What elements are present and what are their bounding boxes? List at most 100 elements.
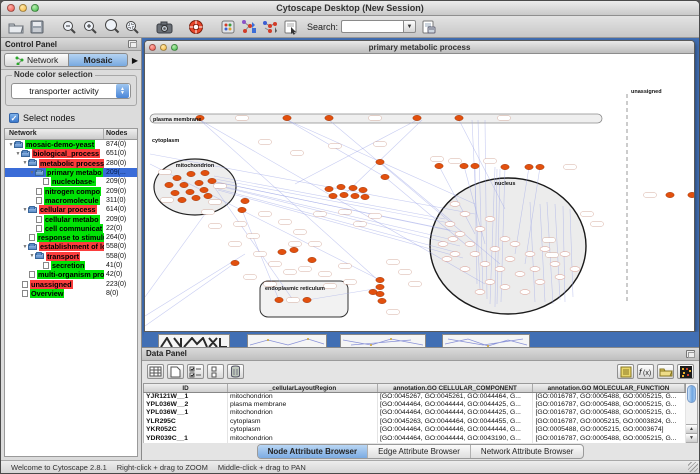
tree-row[interactable]: ▼cellular process614(0)	[5, 205, 137, 214]
attribute-table-button[interactable]	[147, 364, 164, 379]
table-row[interactable]: YKR052Ccytoplasm[GO:0044464, GO:0044446,…	[143, 426, 686, 434]
network-window-titlebar[interactable]: primary metabolic process	[145, 41, 694, 54]
cell-id[interactable]: YPL036W__1	[144, 409, 228, 417]
tree-row[interactable]: multi-organism pro42(0)	[5, 270, 137, 279]
cell-component[interactable]: [GO:0044464, GO:0044444, GO:0043190, G..…	[378, 435, 533, 443]
tab-node-attribute-browser[interactable]: Node Attribute Browser	[258, 445, 369, 458]
column-header-id[interactable]: ID	[144, 384, 228, 392]
matrix-button[interactable]	[677, 364, 694, 379]
resize-grip[interactable]	[688, 462, 698, 472]
select-nodes-label: Select nodes	[23, 113, 75, 123]
column-header-component[interactable]: annotation.GO CELLULAR_COMPONENT	[378, 384, 533, 392]
select-attributes-button[interactable]	[187, 364, 204, 379]
cell-id[interactable]: YDR039C__1	[144, 435, 228, 443]
table-row[interactable]: YJR121W__1mitochondrion[GO:0045267, GO:0…	[143, 393, 686, 401]
tab-network[interactable]: Network	[4, 53, 68, 67]
column-header-function[interactable]: annotation.GO MOLECULAR_FUNCTION	[533, 384, 685, 392]
save-session-button[interactable]	[28, 18, 46, 36]
tab-scroll-right-icon[interactable]: ▶	[132, 56, 138, 65]
tree-row[interactable]: nucleobase-209(0)	[5, 177, 137, 186]
scroll-up-icon[interactable]: ▲	[686, 424, 697, 433]
cell-region[interactable]: mitochondrion	[228, 409, 378, 417]
scrollbar-thumb[interactable]	[687, 385, 696, 403]
tree-row[interactable]: unassigned223(0)	[5, 279, 137, 288]
cell-component[interactable]: [GO:0044464, GO:0044444, GO:0044425, G..…	[378, 401, 533, 409]
cell-function[interactable]: [GO:0016787, GO:0005488, GO:0005215, G..…	[533, 401, 686, 409]
cell-function[interactable]: [GO:0005488, GO:0005215, GO:0003674]	[533, 426, 686, 434]
tree-row[interactable]: nitrogen compo209(0)	[5, 186, 137, 195]
tree-row[interactable]: ▼transport558(0)	[5, 252, 137, 261]
import-button[interactable]	[419, 18, 437, 36]
table-row[interactable]: YPL036W__1mitochondrion[GO:0044464, GO:0…	[143, 409, 686, 417]
table-row[interactable]: YDR039C__1mitochondrion[GO:0044464, GO:0…	[143, 435, 686, 443]
cell-id[interactable]: YLR295C	[144, 418, 228, 426]
background-window[interactable]	[247, 334, 327, 347]
tab-edge-attribute-browser[interactable]: Edge Attribute Browser	[368, 445, 471, 458]
cell-component[interactable]: [GO:0045267, GO:0045261, GO:0044464, G..…	[378, 393, 533, 401]
zoom-in-button[interactable]	[81, 18, 99, 36]
annotation-button[interactable]	[282, 18, 300, 36]
help-button[interactable]	[187, 18, 205, 36]
snapshot-button[interactable]	[155, 18, 173, 36]
zoom-fit-button[interactable]	[102, 18, 120, 36]
tree-row[interactable]: macromolecule311(0)	[5, 196, 137, 205]
open-session-button[interactable]	[7, 18, 25, 36]
cell-id[interactable]: YPL036W__2	[144, 401, 228, 409]
cell-region[interactable]: cytoplasm	[228, 418, 378, 426]
tree-row[interactable]: cell communicat22(0)	[5, 224, 137, 233]
zoom-selected-button[interactable]	[123, 18, 141, 36]
select-nodes-checkbox[interactable]: ✓	[9, 113, 19, 123]
new-attribute-button[interactable]	[167, 364, 184, 379]
cell-component[interactable]: [GO:0045263, GO:0044464, GO:0044455, G..…	[378, 418, 533, 426]
cell-component[interactable]: [GO:0044464, GO:0044444, GO:0044425, G..…	[378, 409, 533, 417]
data-panel-float-button[interactable]	[686, 350, 695, 358]
cell-region[interactable]: mitochondrion	[228, 393, 378, 401]
cell-region[interactable]: mitochondrion	[228, 435, 378, 443]
column-header-region[interactable]: _cellularLayoutRegion	[228, 384, 378, 392]
cell-region[interactable]: plasma membrane	[228, 401, 378, 409]
background-window[interactable]	[442, 334, 530, 347]
tree-row[interactable]: ▼mosaic-demo-yeast874(0)	[5, 140, 137, 149]
tab-network-attribute-browser[interactable]: Network Attribute Browser	[471, 445, 583, 458]
zoom-out-button[interactable]	[60, 18, 78, 36]
formula-button[interactable]: f(x)	[637, 364, 654, 379]
import-attributes-button[interactable]	[657, 364, 674, 379]
background-window[interactable]	[158, 334, 230, 347]
network-canvas[interactable]: plasma membrane cytoplasm mitochondrion …	[145, 54, 694, 331]
vizmapper-button[interactable]	[219, 18, 237, 36]
tree-row[interactable]: secretion41(0)	[5, 261, 137, 270]
search-input[interactable]	[341, 20, 403, 33]
table-row[interactable]: YLR295Ccytoplasm[GO:0045263, GO:0044464,…	[143, 418, 686, 426]
layout-button[interactable]	[240, 18, 258, 36]
tree-row[interactable]: ▼biological_process651(0)	[5, 149, 137, 158]
unselect-attributes-button[interactable]	[207, 364, 224, 379]
notes-button[interactable]	[617, 364, 634, 379]
node-color-combo[interactable]: transporter activity ▲▼	[11, 83, 131, 99]
float-panel-button[interactable]	[128, 40, 137, 48]
cell-component[interactable]: [GO:0044464, GO:0044446, GO:0044444, G..…	[378, 426, 533, 434]
table-scrollbar[interactable]: ▲ ▼	[686, 383, 698, 443]
tree-row[interactable]: ▼metabolic process280(0)	[5, 159, 137, 168]
table-row[interactable]: YPL036W__2plasma membrane[GO:0044464, GO…	[143, 401, 686, 409]
cell-id[interactable]: YJR121W__1	[144, 393, 228, 401]
nucleus-region[interactable]	[430, 178, 586, 314]
tree-row[interactable]: Overview8(0)	[5, 289, 137, 298]
cell-function[interactable]: [GO:0016787, GO:0005488, GO:0005215, G..…	[533, 393, 686, 401]
cell-region[interactable]: cytoplasm	[228, 426, 378, 434]
cell-function[interactable]: [GO:0016787, GO:0005215, GO:0003824, G..…	[533, 418, 686, 426]
tree-row[interactable]: ▼establishment of lo558(0)	[5, 242, 137, 251]
delete-attribute-button[interactable]	[227, 364, 244, 379]
background-window[interactable]	[340, 334, 426, 347]
cell-function[interactable]: [GO:0016787, GO:0005488, GO:0005215, G..…	[533, 409, 686, 417]
network-view-window[interactable]: primary metabolic process	[144, 40, 695, 332]
scroll-down-icon[interactable]: ▼	[686, 433, 697, 442]
cell-function[interactable]: [GO:0016787, GO:0005488, GO:0005215, G..…	[533, 435, 686, 443]
cell-id[interactable]: YKR052C	[144, 426, 228, 434]
search-dropdown-button[interactable]: ▼	[403, 20, 416, 33]
tree-row[interactable]: response to stimulu264(0)	[5, 233, 137, 242]
window-titlebar[interactable]: Cytoscape Desktop (New Session)	[1, 1, 699, 16]
tab-mosaic[interactable]: Mosaic	[68, 53, 128, 67]
layout-settings-button[interactable]	[261, 18, 279, 36]
tree-row[interactable]: cellular metabo209(0)	[5, 214, 137, 223]
tree-row[interactable]: ▼primary metabo209(...	[5, 168, 137, 177]
